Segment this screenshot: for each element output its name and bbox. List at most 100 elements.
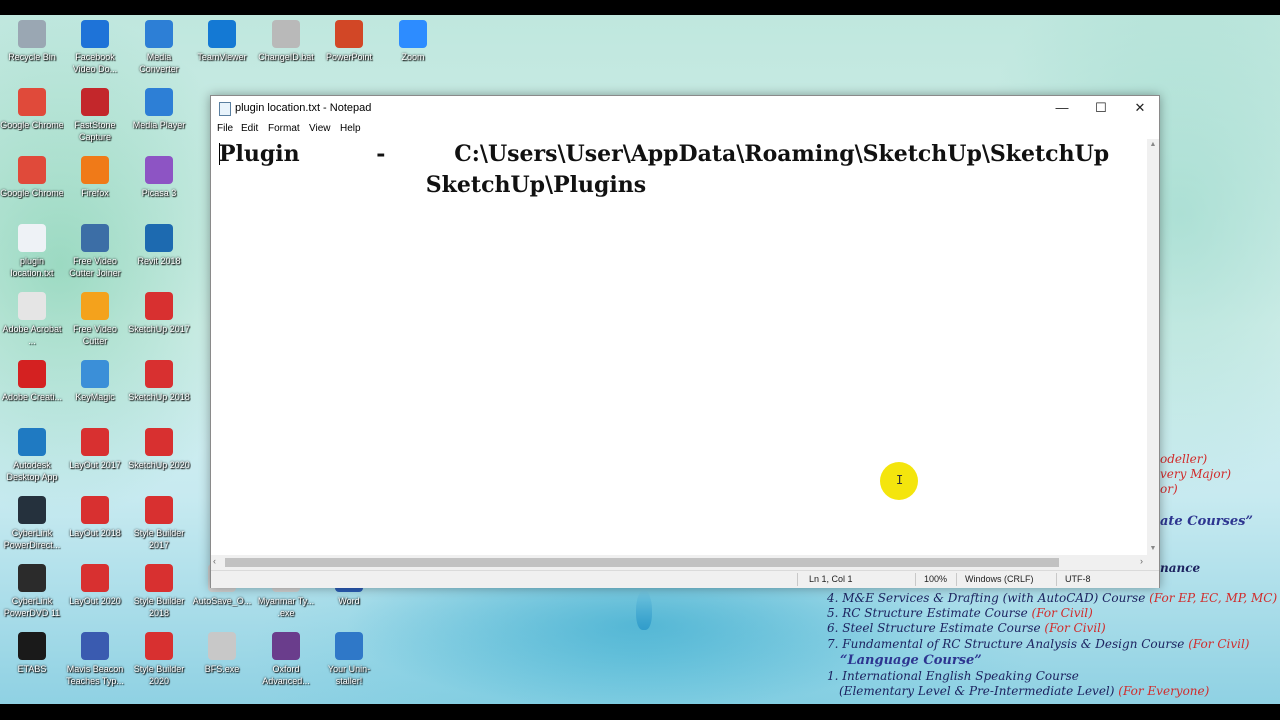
desktop-icon-label: Autodesk Desktop App xyxy=(6,460,58,482)
app-icon xyxy=(399,20,427,48)
close-button[interactable]: ✕ xyxy=(1121,96,1159,121)
desktop-icon-label: PowerPoint xyxy=(325,52,373,62)
desktop-icon[interactable]: Style Builder 2018 xyxy=(127,564,191,619)
course-line-4: 4. M&E Services & Drafting (with AutoCAD… xyxy=(827,591,1277,605)
status-separator xyxy=(915,573,916,586)
desktop-icon[interactable]: BFS.exe xyxy=(190,632,254,675)
desktop-icon[interactable]: Free Video Cutter xyxy=(63,292,127,347)
app-icon xyxy=(145,224,173,252)
app-icon xyxy=(208,20,236,48)
desktop-icon[interactable]: Adobe Acrobat ... xyxy=(0,292,64,347)
desktop-icon[interactable]: Google Chrome xyxy=(0,156,64,199)
desktop-icon[interactable]: Media Converter xyxy=(127,20,191,75)
zoom-level: 100% xyxy=(924,574,948,584)
menu-bar: File Edit Format View Help xyxy=(211,121,1159,139)
menu-view[interactable]: View xyxy=(309,123,331,134)
desktop-icon[interactable]: SketchUp 2017 xyxy=(127,292,191,335)
minimize-button[interactable]: — xyxy=(1043,96,1081,121)
desktop-icon[interactable]: FastStone Capture xyxy=(63,88,127,143)
desktop-icon[interactable]: Oxford Advanced... xyxy=(254,632,318,687)
desktop-icon[interactable]: SketchUp 2020 xyxy=(127,428,191,471)
course-tag: (For Civil) xyxy=(1044,621,1106,635)
app-icon xyxy=(208,632,236,660)
desktop-icon[interactable]: KeyMagic xyxy=(63,360,127,403)
language-line-1b: (Elementary Level & Pre-Intermediate Lev… xyxy=(839,684,1209,698)
desktop-icon[interactable]: Style Builder 2020 xyxy=(127,632,191,687)
desktop-icon-label: Style Builder 2018 xyxy=(133,596,185,618)
app-icon xyxy=(81,632,109,660)
text-editor[interactable]: Plugin - C:\Users\User\AppData\Roaming\S… xyxy=(211,139,1147,555)
scroll-left-icon[interactable]: ‹ xyxy=(213,556,216,566)
wallpaper-text: odeller) xyxy=(1160,452,1207,466)
app-icon xyxy=(81,224,109,252)
course-tag: (For Civil) xyxy=(1031,606,1093,620)
course-name: 7. Fundamental of RC Structure Analysis … xyxy=(827,637,1185,651)
desktop-icon[interactable]: ETABS xyxy=(0,632,64,675)
app-icon xyxy=(81,88,109,116)
encoding: UTF-8 xyxy=(1065,574,1091,584)
desktop-icon-label: Facebook Video Do... xyxy=(72,52,118,74)
desktop-icon[interactable]: Autodesk Desktop App xyxy=(0,428,64,483)
desktop-icon[interactable]: Revit 2018 xyxy=(127,224,191,267)
desktop-icon[interactable]: LayOut 2018 xyxy=(63,496,127,539)
scroll-down-icon[interactable]: ▼ xyxy=(1147,543,1159,555)
desktop-icon[interactable]: TeamViewer xyxy=(190,20,254,63)
scroll-right-icon[interactable]: › xyxy=(1140,556,1143,566)
desktop-icon[interactable]: Your Unin-staller! xyxy=(317,632,381,687)
app-icon xyxy=(335,20,363,48)
desktop-icon-label: KeyMagic xyxy=(75,392,115,402)
desktop-icon[interactable]: CyberLink PowerDirect... xyxy=(0,496,64,551)
desktop-icon-label: LayOut 2017 xyxy=(69,460,121,470)
status-separator xyxy=(956,573,957,586)
maximize-button[interactable]: ☐ xyxy=(1082,96,1120,121)
menu-edit[interactable]: Edit xyxy=(241,123,258,134)
desktop-icon[interactable]: Recycle Bin xyxy=(0,20,64,63)
app-icon xyxy=(145,20,173,48)
desktop-icon[interactable]: LayOut 2020 xyxy=(63,564,127,607)
desktop-icon[interactable]: Zoom xyxy=(381,20,445,63)
desktop-icon[interactable]: Google Chrome xyxy=(0,88,64,131)
desktop-icon[interactable]: Mavis Beacon Teaches Typ... xyxy=(63,632,127,687)
course-tag: (For Civil) xyxy=(1188,637,1250,651)
desktop-icon-label: Revit 2018 xyxy=(137,256,181,266)
desktop-icon[interactable]: Facebook Video Do... xyxy=(63,20,127,75)
app-icon xyxy=(18,496,46,524)
desktop-icon[interactable]: LayOut 2017 xyxy=(63,428,127,471)
vertical-scrollbar[interactable]: ▲ ▼ xyxy=(1147,139,1159,555)
desktop-icon[interactable]: Media Player xyxy=(127,88,191,131)
desktop-icon-label: plugin location.txt xyxy=(10,256,54,278)
desktop-icon-label: Adobe Acrobat ... xyxy=(2,324,62,346)
menu-format[interactable]: Format xyxy=(268,123,300,134)
desktop-icon-label: Free Video Cutter xyxy=(73,324,117,346)
desktop-icon-label: Adobe Creati... xyxy=(1,392,63,402)
menu-help[interactable]: Help xyxy=(340,123,361,134)
desktop-icon-label: Mavis Beacon Teaches Typ... xyxy=(66,664,124,686)
menu-file[interactable]: File xyxy=(217,123,233,134)
horizontal-scroll-thumb[interactable] xyxy=(225,558,1059,567)
desktop-icon[interactable]: Free Video Cutter Joiner xyxy=(63,224,127,279)
desktop-icon[interactable]: PowerPoint xyxy=(317,20,381,63)
desktop-icon[interactable]: Adobe Creati... xyxy=(0,360,64,403)
desktop-icon[interactable]: ChangeID.bat xyxy=(254,20,318,63)
desktop-icon[interactable]: plugin location.txt xyxy=(0,224,64,279)
desktop-icon[interactable]: Style Builder 2017 xyxy=(127,496,191,551)
wallpaper-text: or) xyxy=(1160,482,1178,496)
window-title: plugin location.txt - Notepad xyxy=(235,102,372,114)
horizontal-scrollbar[interactable]: ‹ › xyxy=(211,555,1147,570)
scroll-up-icon[interactable]: ▲ xyxy=(1147,139,1159,151)
course-name: 4. M&E Services & Drafting (with AutoCAD… xyxy=(827,591,1146,605)
desktop-icon[interactable]: Picasa 3 xyxy=(127,156,191,199)
desktop-icon[interactable]: CyberLink PowerDVD 11 xyxy=(0,564,64,619)
course-name: 6. Steel Structure Estimate Course xyxy=(827,621,1041,635)
notepad-window[interactable]: plugin location.txt - Notepad — ☐ ✕ File… xyxy=(210,95,1160,588)
desktop-icon[interactable]: Firefox xyxy=(63,156,127,199)
desktop-icon[interactable]: SketchUp 2018 xyxy=(127,360,191,403)
app-icon xyxy=(18,156,46,184)
app-icon xyxy=(145,88,173,116)
desktop-icon-label: SketchUp 2017 xyxy=(128,324,190,334)
course-line-6: 6. Steel Structure Estimate Course (For … xyxy=(827,621,1106,635)
app-icon xyxy=(81,360,109,388)
title-bar[interactable]: plugin location.txt - Notepad — ☐ ✕ xyxy=(211,96,1159,121)
app-icon xyxy=(272,632,300,660)
course-name: 5. RC Structure Estimate Course xyxy=(827,606,1028,620)
